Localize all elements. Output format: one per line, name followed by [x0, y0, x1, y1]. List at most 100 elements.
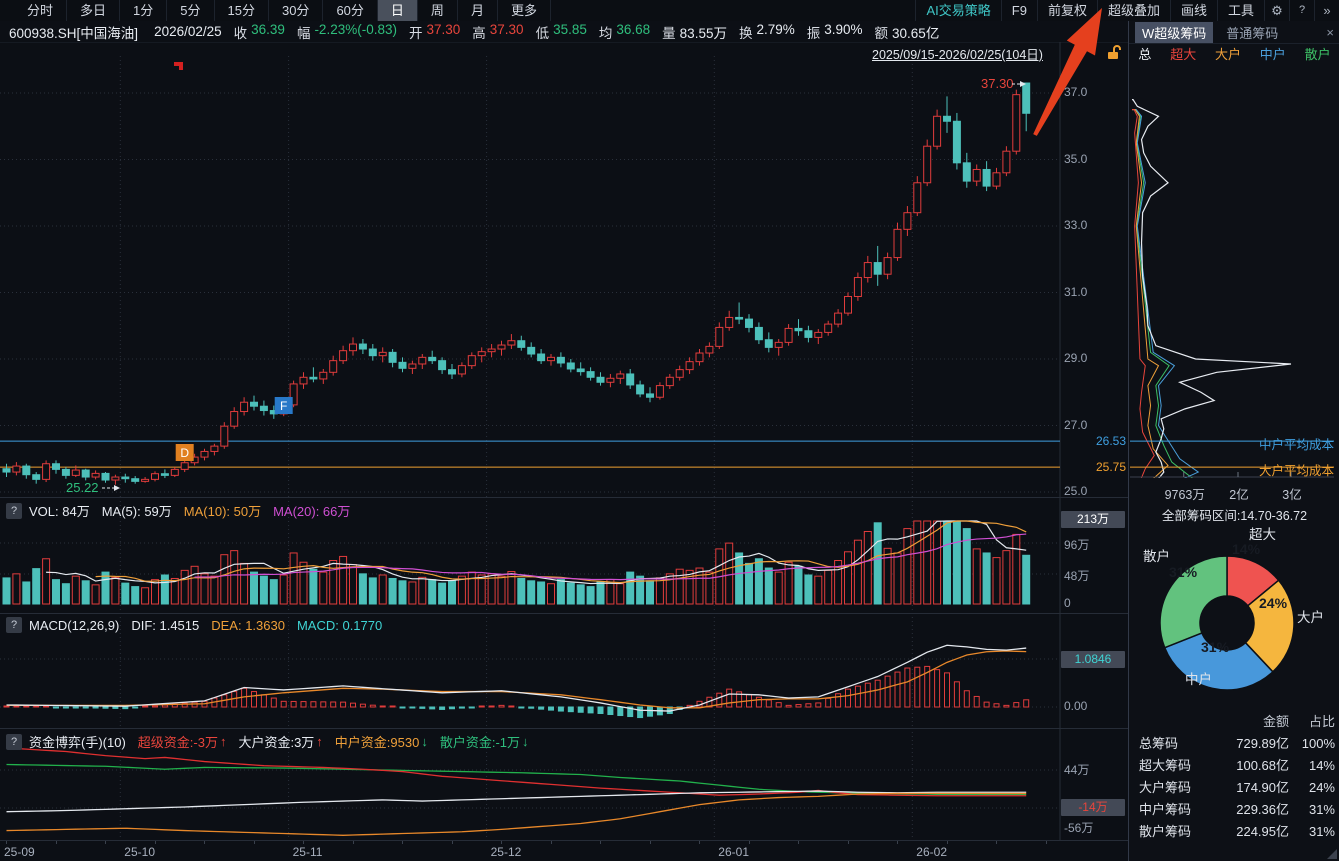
macd-badge: 1.0846	[1061, 651, 1125, 668]
period-tab-周[interactable]: 周	[418, 0, 458, 21]
donut-pct-超大: 14%	[1232, 541, 1261, 557]
lock-open-icon[interactable]	[1106, 45, 1122, 60]
quote-value-额: 30.65亿	[892, 25, 940, 41]
macd-help-icon[interactable]: ?	[6, 617, 22, 633]
fund-trend-arrow-1: ↑	[219, 734, 227, 749]
donut-label-超大: 超大	[1249, 527, 1276, 542]
chip-series-tab-大户[interactable]: 大户	[1215, 44, 1241, 63]
menu-画线[interactable]: 画线	[1169, 0, 1217, 21]
info-bar: 600938.SH[中国海油] 2026/02/25 收 36.39 幅 -2.23%…	[0, 21, 1128, 43]
fund-tick-1: -56万	[1064, 821, 1094, 835]
more-icon[interactable]: »	[1314, 0, 1339, 21]
period-tab-更多[interactable]: 更多	[498, 0, 551, 21]
price-chart[interactable]: D F 25.22 37.30	[0, 42, 1128, 497]
time-label-25-09: 25-09	[4, 845, 35, 859]
period-tab-1分[interactable]: 1分	[120, 0, 168, 21]
period-tab-日[interactable]: 日	[377, 0, 418, 21]
chip-table-row: 总筹码 729.89亿 100%	[1139, 736, 1335, 751]
time-tick	[253, 841, 255, 844]
fund-header: ? 资金博弈(手)(10) 超级资金:-3万 ↑ 大户资金:3万 ↑ 中户资金:9530 ↓ 散…	[6, 732, 541, 751]
fund-header-item-2: 大户资金:3万	[238, 735, 315, 750]
time-tick	[847, 841, 849, 844]
date-range-link[interactable]: 2025/09/15-2026/02/25(104日)	[872, 44, 1043, 63]
menu-超级叠加[interactable]: 超级叠加	[1096, 0, 1170, 21]
time-tick	[204, 841, 205, 844]
time-tick	[798, 841, 799, 844]
chip-xtick-2: 3亿	[1282, 488, 1302, 502]
time-tick	[897, 841, 898, 844]
period-tab-30分[interactable]: 30分	[269, 0, 324, 21]
quote-value-高: 37.30	[489, 21, 524, 37]
quote-value-低: 35.85	[553, 21, 587, 37]
volume-header-item-0: VOL: 84万	[29, 504, 90, 519]
macd-header-item-2: DEA: 1.3630	[211, 617, 285, 633]
menu-前复权[interactable]: 前复权	[1036, 0, 1097, 21]
menu-工具[interactable]: 工具	[1216, 0, 1264, 21]
tab-super-chip[interactable]: W超级筹码	[1135, 21, 1214, 43]
avg-cost-value-1: 25.75	[1095, 460, 1126, 475]
chip-distribution-chart[interactable]	[1130, 64, 1334, 478]
time-tick	[699, 841, 700, 844]
top-right-menu: AI交易策略 F9 前复权 超级叠加 画线 工具 ⚙?»	[915, 0, 1339, 21]
time-label-25-12: 25-12	[490, 845, 522, 859]
volume-header-item-3: MA(20): 66万	[273, 504, 351, 519]
panel-separator	[0, 497, 1128, 498]
holder-donut-chart	[1159, 555, 1295, 691]
macd-header-item-3: MACD: 0.1770	[296, 617, 383, 633]
price-tick-27: 27.0	[1064, 417, 1088, 432]
menu-F9[interactable]: F9	[1000, 0, 1037, 21]
period-tab-月[interactable]: 月	[458, 0, 498, 21]
chip-series-tab-超大[interactable]: 超大	[1170, 44, 1196, 63]
time-axis: 25-09 25-10 25-11 25-12 26-01 26-02	[0, 840, 1128, 861]
chip-series-tabs: 总超大 大户 中户 散户	[1129, 43, 1339, 64]
quote-value-振: 3.90%	[824, 21, 863, 37]
time-tick	[1045, 841, 1047, 844]
chip-table: 金额 占比 总筹码 729.89亿 100% 超大筹码 100.68亿 14% 大户筹码 174.…	[1129, 711, 1339, 843]
quote-value-均: 36.68	[616, 21, 651, 37]
time-tick	[55, 841, 57, 844]
svg-text:25.22: 25.22	[66, 480, 99, 495]
period-tab-15分[interactable]: 15分	[215, 0, 269, 21]
resize-grip[interactable]	[1327, 849, 1337, 859]
chip-series-tab-中户[interactable]: 中户	[1260, 44, 1286, 63]
fund-tick-0: 44万	[1064, 763, 1090, 777]
close-icon[interactable]: ×	[1326, 25, 1334, 40]
chip-series-tab-总[interactable]: 总	[1138, 44, 1151, 63]
chip-xtick-0: 9763万	[1164, 488, 1205, 502]
fund-trend-arrow-2: ↑	[316, 734, 323, 749]
period-tab-60分[interactable]: 60分	[323, 0, 378, 21]
time-tick	[303, 841, 304, 844]
period-tab-多日[interactable]: 多日	[67, 0, 121, 21]
volume-help-icon[interactable]: ?	[6, 502, 22, 519]
chip-series-tab-散户[interactable]: 散户	[1305, 44, 1331, 63]
app-window: 分时 多日 1分 5分 15分 30分 60分日周月更多 AI交易策略 F9 前复权 超级叠加 画线…	[0, 0, 1339, 861]
quote-value-开: 37.30	[426, 21, 461, 37]
panel-separator	[0, 613, 1128, 614]
time-tick	[748, 841, 750, 844]
fund-header-item-0: 资金博弈(手)(10)	[29, 735, 126, 750]
period-tab-5分[interactable]: 5分	[167, 0, 215, 21]
price-tick-35: 35.0	[1064, 151, 1088, 166]
symbol-name[interactable]: 600938.SH[中国海油]	[9, 22, 138, 42]
donut-pct-散户: 31%	[1169, 564, 1198, 580]
price-tick-31: 31.0	[1064, 284, 1088, 299]
menu-AI交易策略[interactable]: AI交易策略	[915, 0, 1000, 21]
tab-normal-chip[interactable]: 普通筹码	[1219, 22, 1285, 43]
time-tick	[996, 841, 997, 844]
fund-trend-arrow-3: ↓	[421, 734, 428, 749]
chip-range-text: 全部筹码区间:14.70-36.72	[1161, 509, 1308, 523]
donut-pct-大户: 24%	[1259, 595, 1288, 611]
chip-table-row: 大户筹码 174.90亿 24%	[1139, 780, 1335, 795]
time-tick	[105, 841, 106, 844]
quote-label-低: 低	[535, 25, 550, 41]
help-icon[interactable]: ?	[1289, 0, 1314, 21]
gear-icon[interactable]: ⚙	[1264, 0, 1289, 21]
quote-label-收: 收	[233, 25, 248, 41]
fund-help-icon[interactable]: ?	[6, 733, 22, 750]
chip-panel: W超级筹码 普通筹码 × 总超大 大户 中户 散户 全部筹码区间:14.70-36.7…	[1128, 21, 1339, 861]
quote-label-换: 换	[738, 25, 753, 41]
period-tab-分时[interactable]: 分时	[14, 0, 68, 21]
fund-header-item-4: 散户资金:-1万	[439, 735, 521, 750]
time-tick	[451, 841, 453, 844]
chip-table-row: 中户筹码 229.36亿 31%	[1139, 802, 1335, 817]
